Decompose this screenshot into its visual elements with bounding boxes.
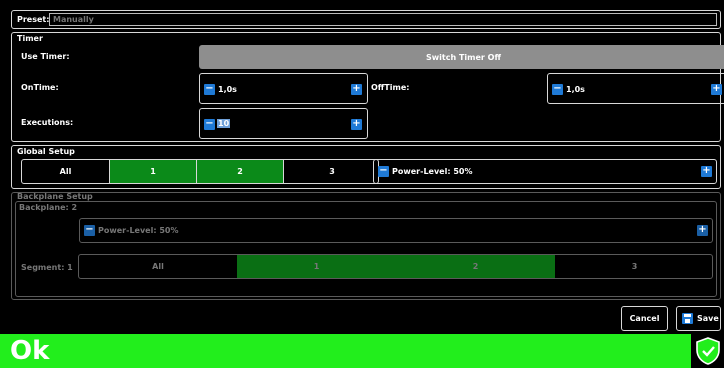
minus-icon[interactable]: − bbox=[84, 225, 95, 236]
on-time-label: OnTime: bbox=[21, 83, 59, 92]
switch-timer-button[interactable]: Switch Timer Off bbox=[199, 45, 724, 69]
minus-icon[interactable]: − bbox=[552, 84, 563, 95]
shield-check-icon bbox=[696, 337, 720, 365]
minus-icon[interactable]: − bbox=[204, 84, 215, 95]
switch-timer-label: Switch Timer Off bbox=[426, 52, 501, 62]
plus-icon[interactable]: + bbox=[351, 119, 362, 130]
segment-2[interactable]: 2 bbox=[197, 160, 283, 183]
segment-all[interactable]: All bbox=[79, 255, 237, 278]
off-time-stepper[interactable]: − 1,0s + bbox=[547, 73, 724, 104]
global-power-stepper[interactable]: − Power-Level: 50% + bbox=[373, 159, 717, 184]
preset-field[interactable]: Manually bbox=[49, 13, 717, 26]
executions-label: Executions: bbox=[21, 118, 74, 127]
backplane-segment-label: Segment: 1 bbox=[21, 263, 73, 272]
executions-value[interactable]: 10 bbox=[217, 119, 231, 128]
segment-1[interactable]: 1 bbox=[237, 255, 396, 278]
segment-all[interactable]: All bbox=[22, 160, 109, 183]
minus-icon[interactable]: − bbox=[378, 166, 389, 177]
on-time-value: 1,0s bbox=[218, 85, 237, 94]
segment-2[interactable]: 2 bbox=[396, 255, 555, 278]
preset-label: Preset: bbox=[17, 15, 50, 24]
backplane-setup-title: Backplane Setup bbox=[17, 192, 93, 201]
save-label: Save bbox=[697, 314, 719, 323]
use-timer-label: Use Timer: bbox=[21, 52, 70, 61]
segment-3[interactable]: 3 bbox=[284, 160, 378, 183]
preset-value: Manually bbox=[53, 15, 94, 24]
status-text: Ok bbox=[10, 336, 50, 366]
save-icon bbox=[682, 313, 693, 324]
segment-3[interactable]: 3 bbox=[555, 255, 712, 278]
global-segment-selector[interactable]: All 1 2 3 bbox=[21, 159, 379, 184]
cancel-button[interactable]: Cancel bbox=[621, 306, 668, 331]
backplane-box: Backplane: 2 − Power-Level: 50% + Segmen… bbox=[15, 201, 717, 297]
global-power-level: Power-Level: 50% bbox=[392, 167, 473, 176]
preset-row: Preset: Manually bbox=[11, 10, 721, 29]
backplane-power-stepper[interactable]: − Power-Level: 50% + bbox=[79, 218, 713, 243]
plus-icon[interactable]: + bbox=[697, 225, 708, 236]
off-time-label: OffTime: bbox=[371, 83, 410, 92]
backplane-setup-section: Backplane Setup Backplane: 2 − Power-Lev… bbox=[11, 192, 721, 300]
plus-icon[interactable]: + bbox=[711, 84, 722, 95]
backplane-label: Backplane: 2 bbox=[19, 203, 78, 212]
timer-title: Timer bbox=[17, 34, 43, 43]
backplane-power-level: Power-Level: 50% bbox=[98, 226, 179, 235]
segment-1[interactable]: 1 bbox=[110, 160, 196, 183]
save-button[interactable]: Save bbox=[676, 306, 721, 331]
minus-icon[interactable]: − bbox=[204, 119, 215, 130]
status-tile bbox=[691, 334, 724, 368]
timer-section: Timer Use Timer: Switch Timer Off OnTime… bbox=[11, 32, 724, 142]
plus-icon[interactable]: + bbox=[351, 84, 362, 95]
executions-stepper[interactable]: − 10 + bbox=[199, 108, 368, 139]
off-time-value: 1,0s bbox=[566, 85, 585, 94]
global-setup-title: Global Setup bbox=[17, 147, 75, 156]
status-bar: Ok bbox=[0, 334, 724, 368]
global-setup-section: Global Setup All 1 2 3 − Power-Level: 50… bbox=[11, 145, 721, 189]
backplane-segment-selector[interactable]: All 1 2 3 bbox=[78, 254, 713, 279]
cancel-label: Cancel bbox=[629, 314, 660, 323]
on-time-stepper[interactable]: − 1,0s + bbox=[199, 73, 368, 104]
plus-icon[interactable]: + bbox=[701, 166, 712, 177]
